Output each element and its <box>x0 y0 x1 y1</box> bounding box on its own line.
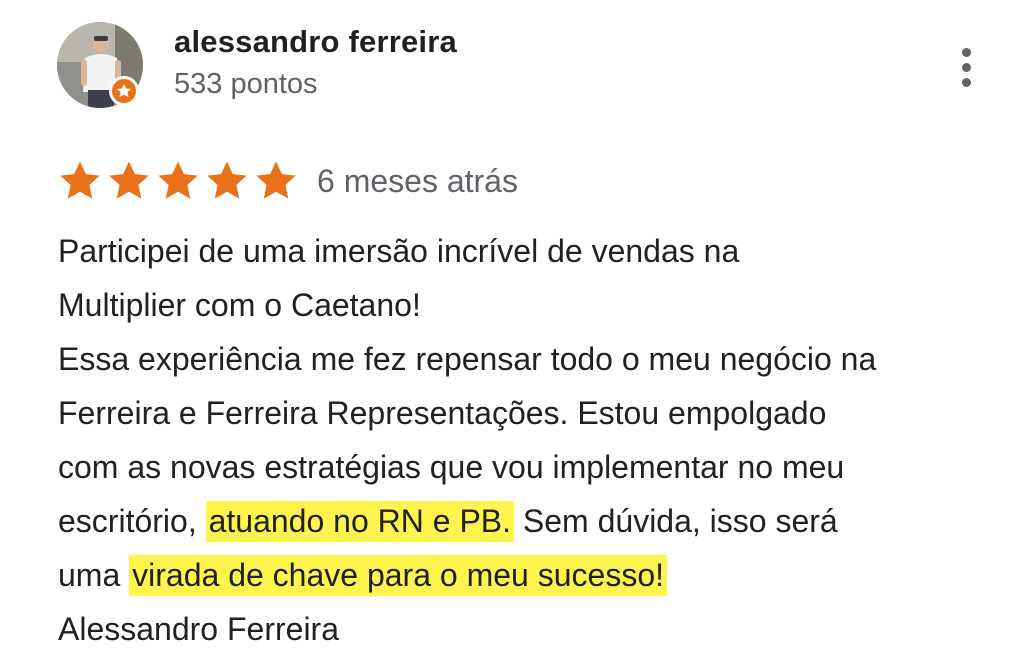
review-line: com as novas estratégias que vou impleme… <box>58 449 845 485</box>
star-icon <box>109 161 149 199</box>
star-icon <box>158 161 198 199</box>
more-vert-icon-dot <box>961 77 971 87</box>
star-icon <box>116 83 132 98</box>
review-text: Participei de uma imersão incrível de ve… <box>58 224 998 656</box>
review-line: Participei de uma imersão incrível de ve… <box>58 233 740 269</box>
review-text-segment: uma <box>58 557 130 593</box>
star-icon <box>60 161 100 199</box>
more-options-button[interactable] <box>946 40 986 94</box>
review-text-segment: Sem dúvida, isso será <box>514 503 838 539</box>
star-icon <box>207 161 247 199</box>
review-time: 6 meses atrás <box>317 162 518 199</box>
review-text-segment: escritório, <box>58 503 206 539</box>
highlighted-text: atuando no RN e PB. <box>205 501 515 542</box>
more-vert-icon-dot <box>961 47 971 57</box>
local-guide-badge <box>109 76 139 106</box>
highlighted-text: virada de chave para o meu sucesso! <box>129 555 667 596</box>
review-line: Essa experiência me fez repensar todo o … <box>58 341 877 377</box>
review-signature: Alessandro Ferreira <box>58 611 339 647</box>
review-line: uma virada de chave para o meu sucesso! <box>58 548 998 602</box>
more-vert-icon-dot <box>961 62 971 72</box>
rating-row: 6 meses atrás <box>57 157 518 205</box>
star-rating <box>57 158 299 204</box>
review-line: escritório, atuando no RN e PB. Sem dúvi… <box>58 494 998 548</box>
review-line: Multiplier com o Caetano! <box>58 287 421 323</box>
review-line: Ferreira e Ferreira Representações. Esto… <box>58 395 827 431</box>
author-points: 533 pontos <box>174 68 318 100</box>
star-icon <box>256 161 296 199</box>
author-name[interactable]: alessandro ferreira <box>174 24 457 60</box>
